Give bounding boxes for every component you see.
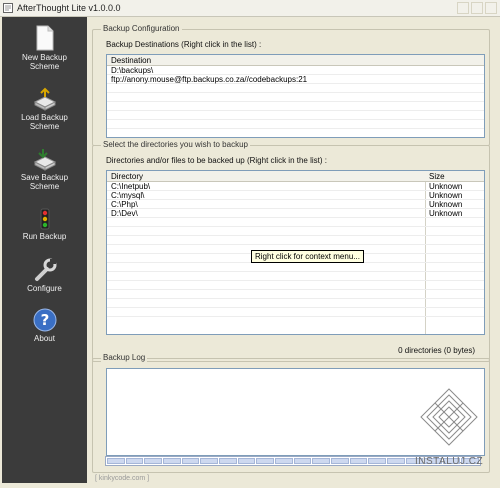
window-title: AfterThought Lite v1.0.0.0	[17, 3, 121, 13]
column-header-size[interactable]: Size	[429, 172, 445, 181]
table-row[interactable]: C:\mysql\ Unknown	[107, 191, 484, 200]
destinations-list[interactable]: Destination D:\backups\ ftp://anony.mous…	[106, 54, 485, 138]
sidebar: New Backup Scheme Load Backup Scheme Sav…	[2, 17, 87, 483]
empty-row	[107, 272, 484, 281]
destinations-caption: Backup Destinations (Right click in the …	[106, 40, 262, 49]
list-item[interactable]: D:\backups\	[107, 66, 484, 75]
sidebar-item-save-backup-scheme[interactable]: Save Backup Scheme	[2, 147, 87, 191]
sidebar-item-label: Scheme	[29, 122, 60, 131]
sidebar-item-new-backup-scheme[interactable]: New Backup Scheme	[2, 25, 87, 71]
help-icon: ?	[33, 308, 56, 332]
list-item[interactable]: ftp://anony.mouse@ftp.backups.co.za//cod…	[107, 75, 484, 84]
empty-row	[107, 236, 484, 245]
empty-row	[107, 84, 484, 93]
empty-row	[107, 263, 484, 272]
directories-caption: Directories and/or files to be backed up…	[106, 156, 327, 165]
svg-text:?: ?	[40, 311, 49, 329]
empty-row	[107, 299, 484, 308]
sidebar-item-label: Save Backup	[20, 173, 69, 182]
watermark-text: INSTALUJ.CZ	[415, 456, 484, 467]
context-menu-tooltip: Right click for context menu...	[251, 250, 364, 263]
sidebar-item-label: Run Backup	[22, 232, 67, 241]
group-title: Backup Log	[101, 353, 148, 362]
wrench-icon	[34, 258, 56, 281]
table-row[interactable]: C:\Inetpub\ Unknown	[107, 182, 484, 191]
app-icon	[3, 3, 13, 13]
empty-row	[107, 227, 484, 236]
sidebar-item-label: Configure	[27, 284, 62, 293]
empty-row	[107, 281, 484, 290]
list-header: Destination	[107, 55, 484, 66]
new-document-icon	[36, 25, 53, 51]
empty-row	[107, 290, 484, 299]
column-header-directory[interactable]: Directory	[111, 172, 143, 181]
watermark-logo-icon	[420, 388, 478, 446]
list-header: Directory Size	[107, 171, 484, 182]
table-row[interactable]: D:\Dev\ Unknown	[107, 209, 484, 218]
group-title: Backup Configuration	[101, 24, 182, 33]
title-bar: AfterThought Lite v1.0.0.0	[0, 0, 500, 17]
empty-row	[107, 120, 484, 129]
minimize-button[interactable]	[457, 2, 469, 14]
empty-row	[107, 308, 484, 317]
directories-status: 0 directories (0 bytes)	[398, 346, 475, 355]
traffic-light-icon	[40, 208, 49, 230]
column-header-destination[interactable]: Destination	[111, 56, 151, 65]
backup-configuration-group: Backup Configuration Backup Destinations…	[92, 24, 490, 146]
sidebar-item-load-backup-scheme[interactable]: Load Backup Scheme	[2, 87, 87, 131]
sidebar-item-label: Scheme	[29, 62, 60, 71]
close-button[interactable]	[485, 2, 497, 14]
empty-row	[107, 93, 484, 102]
footer-link[interactable]: [ kinkycode.com ]	[95, 475, 149, 482]
empty-row	[107, 111, 484, 120]
sidebar-item-label: Load Backup	[21, 113, 68, 122]
table-row[interactable]: C:\Php\ Unknown	[107, 200, 484, 209]
maximize-button[interactable]	[471, 2, 483, 14]
save-scheme-icon	[33, 149, 56, 171]
sidebar-item-label: Scheme	[29, 182, 60, 191]
sidebar-item-about[interactable]: ? About	[2, 308, 87, 343]
sidebar-item-label: About	[34, 334, 55, 343]
group-title: Select the directories you wish to backu…	[101, 140, 250, 149]
empty-row	[107, 218, 484, 227]
load-scheme-icon	[33, 87, 56, 111]
empty-row	[107, 102, 484, 111]
sidebar-item-label: New Backup	[22, 53, 67, 62]
sidebar-item-configure[interactable]: Configure	[2, 258, 87, 293]
sidebar-item-run-backup[interactable]: Run Backup	[2, 208, 87, 241]
